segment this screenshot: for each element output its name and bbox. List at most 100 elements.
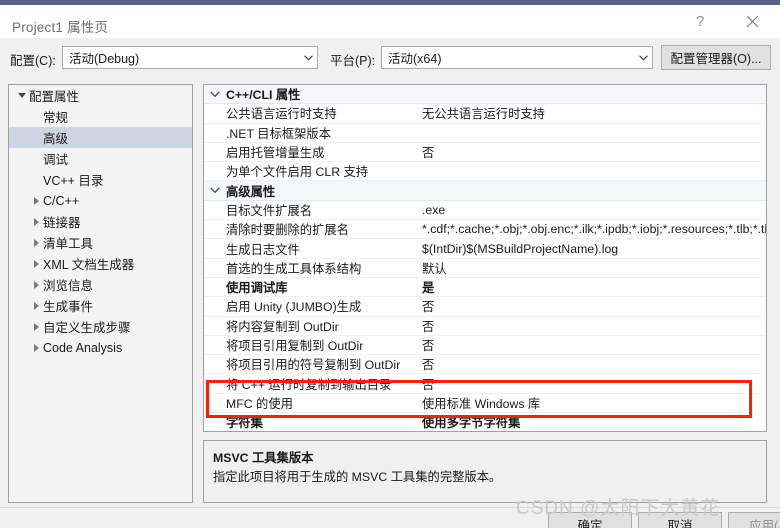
triangle-right-icon xyxy=(29,238,43,247)
triangle-right-icon xyxy=(29,259,43,268)
tree-item-label: 配置属性 xyxy=(29,90,80,104)
grid-property-row[interactable]: 将内容复制到 OutDir 否 xyxy=(204,317,766,336)
tree-item-label: 生成事件 xyxy=(43,300,94,314)
tree-item-0[interactable]: 配置属性 xyxy=(9,85,192,106)
grid-property-name: 目标文件扩展名 xyxy=(226,203,313,218)
grid-property-value[interactable]: 是 xyxy=(417,278,766,296)
cancel-button[interactable]: 取消 xyxy=(638,512,722,528)
grid-property-row[interactable]: 将项目引用复制到 OutDir 否 xyxy=(204,336,766,356)
grid-property-row[interactable]: 为单个文件启用 CLR 支持 xyxy=(204,162,766,182)
grid-category-label: 高级属性 xyxy=(226,184,276,199)
grid-property-name: 公共语言运行时支持 xyxy=(226,107,337,122)
tree-item-label: XML 文档生成器 xyxy=(43,258,135,272)
grid-property-name: 字符集 xyxy=(226,416,263,431)
tree-item-8[interactable]: XML 文档生成器 xyxy=(9,253,192,274)
tree-item-label: 清单工具 xyxy=(43,237,94,251)
triangle-right-icon xyxy=(29,301,43,310)
grid-property-value[interactable]: 使用标准 Windows 库 xyxy=(417,394,766,412)
tree-item-2[interactable]: 高级 xyxy=(9,127,192,148)
tree-item-3[interactable]: 调试 xyxy=(9,148,192,169)
close-icon xyxy=(746,15,758,28)
tree-item-10[interactable]: 生成事件 xyxy=(9,295,192,316)
grid-property-value[interactable]: 否 xyxy=(417,375,766,393)
platform-combobox[interactable]: 活动(x64) xyxy=(381,46,653,69)
tree-item-label: VC++ 目录 xyxy=(43,174,104,188)
tree-item-6[interactable]: 链接器 xyxy=(9,211,192,232)
grid-property-row[interactable]: 将 C++ 运行时复制到输出目录 否 xyxy=(204,374,766,394)
platform-value: 活动(x64) xyxy=(388,52,442,66)
tree-item-label: 自定义生成步骤 xyxy=(43,321,131,335)
grid-property-name: 将 C++ 运行时复制到输出目录 xyxy=(226,377,392,392)
grid-category-row[interactable]: C++/CLI 属性 xyxy=(204,85,766,105)
grid-property-row[interactable]: 生成日志文件 $(IntDir)$(MSBuildProjectName).log xyxy=(204,239,766,259)
configuration-combobox[interactable]: 活动(Debug) xyxy=(62,46,318,69)
grid-category-label: C++/CLI 属性 xyxy=(226,88,301,103)
grid-property-value[interactable]: 否 xyxy=(417,297,766,315)
grid-property-value[interactable]: *.cdf;*.cache;*.obj;*.obj.enc;*.ilk;*.ip… xyxy=(417,222,766,236)
grid-property-value[interactable]: 否 xyxy=(417,355,766,373)
grid-property-row[interactable]: 首选的生成工具体系结构 默认 xyxy=(204,259,766,278)
grid-property-value[interactable]: 默认 xyxy=(417,259,766,277)
help-button[interactable]: ? xyxy=(678,5,722,38)
ok-button[interactable]: 确定 xyxy=(548,512,632,528)
grid-category-row[interactable]: 高级属性 xyxy=(204,181,766,201)
chevron-down-icon[interactable] xyxy=(204,91,226,98)
grid-property-value[interactable]: 否 xyxy=(417,143,766,161)
grid-property-name: 清除时要删除的扩展名 xyxy=(226,223,349,238)
window-title: Project1 属性页 xyxy=(12,20,109,35)
grid-property-row[interactable]: 公共语言运行时支持 无公共语言运行时支持 xyxy=(204,104,766,124)
property-pages-dialog: Project1 属性页 ? 配置(C): 活动(Debug) 平台(P): 活… xyxy=(0,0,780,528)
grid-property-name: 启用 Unity (JUMBO)生成 xyxy=(226,300,362,315)
grid-property-value[interactable]: 否 xyxy=(417,317,766,335)
tree-item-5[interactable]: C/C++ xyxy=(9,190,192,211)
property-description-pane: MSVC 工具集版本 指定此项目将用于生成的 MSVC 工具集的完整版本。 xyxy=(203,440,767,503)
grid-property-row[interactable]: .NET 目标框架版本 xyxy=(204,124,766,143)
tree-item-label: Code Analysis xyxy=(43,340,123,355)
tree-item-label: C/C++ xyxy=(43,193,80,208)
tree-item-1[interactable]: 常规 xyxy=(9,106,192,127)
grid-property-row[interactable]: 将项目引用的符号复制到 OutDir 否 xyxy=(204,355,766,375)
grid-property-name: .NET 目标框架版本 xyxy=(226,126,331,141)
grid-property-name: 启用托管增量生成 xyxy=(226,146,325,161)
triangle-right-icon xyxy=(29,217,43,226)
grid-property-value[interactable]: 无公共语言运行时支持 xyxy=(417,104,766,122)
triangle-right-icon xyxy=(29,280,43,289)
tree-item-label: 高级 xyxy=(43,132,69,146)
property-grid[interactable]: C++/CLI 属性公共语言运行时支持 无公共语言运行时支持 .NET 目标框架版本… xyxy=(203,84,767,432)
tree-item-7[interactable]: 清单工具 xyxy=(9,232,192,253)
grid-property-row[interactable]: 使用调试库 是 xyxy=(204,278,766,298)
tree-item-12[interactable]: Code Analysis xyxy=(9,337,192,358)
apply-button[interactable]: 应用(A) xyxy=(728,512,780,528)
tree-item-4[interactable]: VC++ 目录 xyxy=(9,169,192,190)
grid-property-name: 使用调试库 xyxy=(226,281,288,296)
footer-divider xyxy=(0,507,780,508)
chevron-down-icon[interactable] xyxy=(204,187,226,194)
grid-property-name: 将内容复制到 OutDir xyxy=(226,319,339,334)
grid-property-row[interactable]: MFC 的使用 使用标准 Windows 库 xyxy=(204,394,766,414)
property-tree[interactable]: 配置属性常规高级调试 VC++ 目录 C/C++ 链接器清单工具 XML 文档生成器 浏览… xyxy=(8,84,193,503)
tree-item-9[interactable]: 浏览信息 xyxy=(9,274,192,295)
configuration-bar: 配置(C): 活动(Debug) 平台(P): 活动(x64) 配置管理器(O)… xyxy=(0,38,780,78)
grid-property-row[interactable]: 启用 Unity (JUMBO)生成 否 xyxy=(204,297,766,317)
grid-property-name: 首选的生成工具体系结构 xyxy=(226,261,362,276)
configuration-value: 活动(Debug) xyxy=(69,52,140,66)
question-mark-icon: ? xyxy=(695,13,705,30)
grid-property-value[interactable]: 否 xyxy=(417,336,766,354)
grid-property-row[interactable]: 字符集 使用多字节字符集 xyxy=(204,413,766,431)
grid-property-row[interactable]: 目标文件扩展名 .exe xyxy=(204,201,766,221)
grid-property-row[interactable]: 启用托管增量生成 否 xyxy=(204,143,766,163)
tree-item-11[interactable]: 自定义生成步骤 xyxy=(9,316,192,337)
grid-property-value[interactable]: $(IntDir)$(MSBuildProjectName).log xyxy=(417,242,766,256)
grid-property-value[interactable]: 使用多字节字符集 xyxy=(417,413,766,431)
grid-property-row[interactable]: 清除时要删除的扩展名 *.cdf;*.cache;*.obj;*.obj.enc;… xyxy=(204,220,766,240)
grid-property-value[interactable]: .exe xyxy=(417,203,766,217)
grid-property-name: 将项目引用复制到 OutDir xyxy=(226,339,364,353)
tree-item-label: 浏览信息 xyxy=(43,279,94,293)
triangle-right-icon xyxy=(29,196,43,205)
chevron-down-icon xyxy=(635,54,652,61)
chevron-down-icon xyxy=(300,54,317,61)
configuration-label: 配置(C): xyxy=(10,54,56,68)
close-button[interactable] xyxy=(730,5,774,38)
triangle-right-icon xyxy=(29,343,43,352)
configuration-manager-button[interactable]: 配置管理器(O)... xyxy=(661,45,771,70)
